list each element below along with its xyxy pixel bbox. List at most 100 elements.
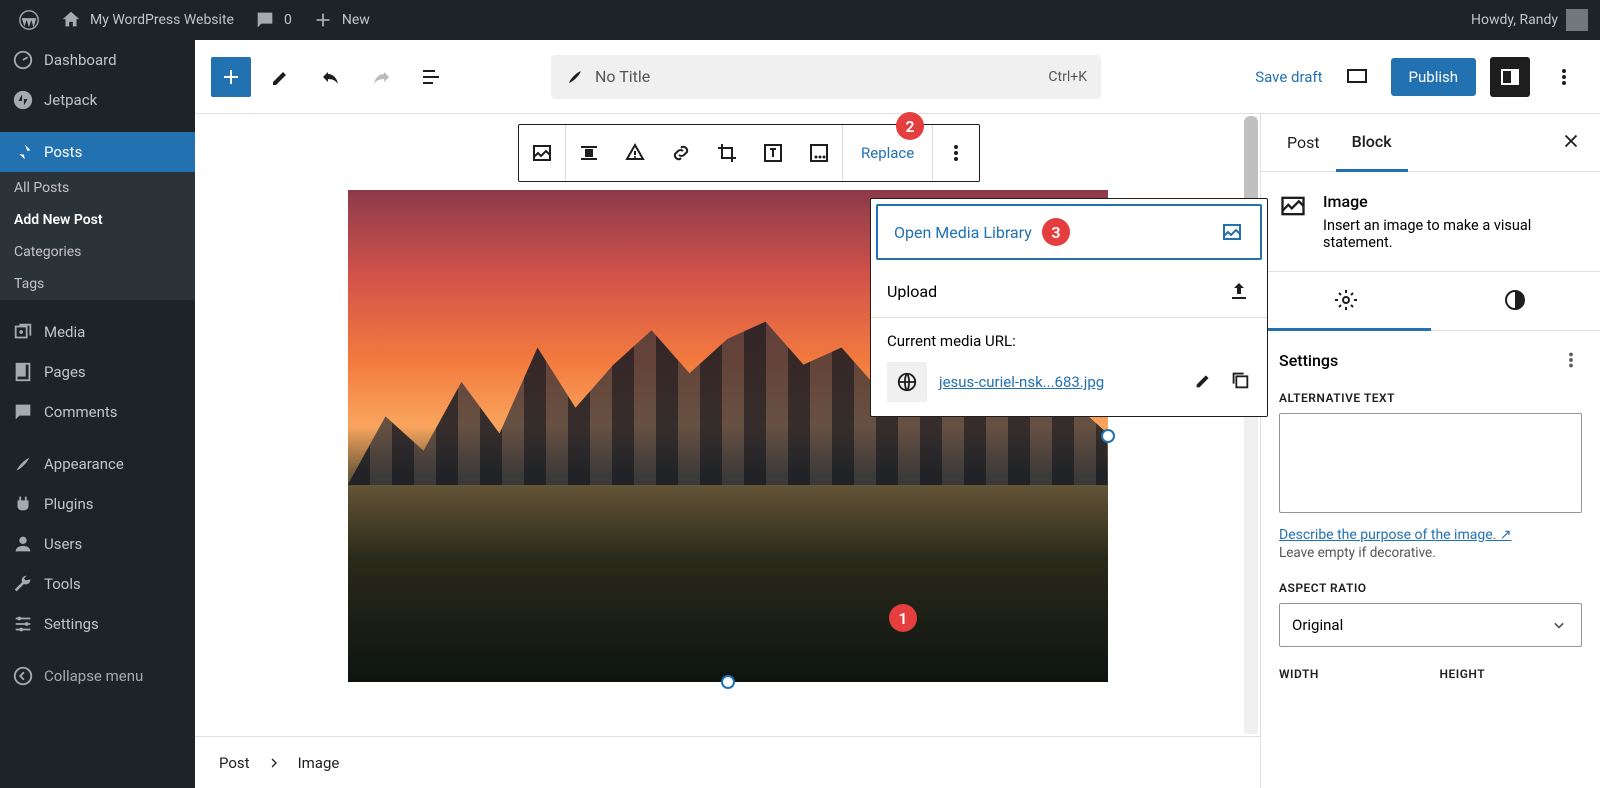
- copy-icon: [1229, 369, 1251, 391]
- globe-badge: [887, 362, 927, 402]
- duotone-button[interactable]: [796, 125, 842, 181]
- sidebar-item-jetpack[interactable]: Jetpack: [0, 80, 195, 120]
- admin-bar-right[interactable]: Howdy, Randy: [1471, 9, 1592, 31]
- styles-tab[interactable]: [1431, 272, 1600, 330]
- edit-url-button[interactable]: [1193, 369, 1215, 395]
- aspect-ratio-select[interactable]: Original: [1279, 603, 1582, 647]
- wrench-icon: [12, 573, 34, 595]
- admin-bar: My WordPress Website 0 New Howdy, Randy: [0, 0, 1600, 40]
- caption-button[interactable]: [612, 125, 658, 181]
- inspector-tabs: Post Block: [1261, 114, 1600, 172]
- width-label: WIDTH: [1279, 667, 1422, 681]
- breadcrumb-post[interactable]: Post: [219, 754, 250, 772]
- document-title[interactable]: No Title Ctrl+K: [551, 55, 1101, 99]
- comment-icon: [254, 9, 276, 31]
- sidebar-item-comments[interactable]: Comments: [0, 392, 195, 432]
- sidebar-toggle-button[interactable]: [1490, 57, 1530, 97]
- alt-text-input[interactable]: [1279, 413, 1582, 513]
- text-overlay-button[interactable]: [750, 125, 796, 181]
- sidebar-item-appearance[interactable]: Appearance: [0, 444, 195, 484]
- save-draft-button[interactable]: Save draft: [1255, 68, 1322, 86]
- settings-head[interactable]: Settings: [1279, 349, 1582, 371]
- plugin-icon: [12, 493, 34, 515]
- inspector-sidebar: Post Block Image Insert an image to make…: [1260, 114, 1600, 788]
- submenu-add-new[interactable]: Add New Post: [0, 204, 195, 236]
- sidebar-label: Media: [44, 323, 85, 341]
- comments-link[interactable]: 0: [244, 0, 302, 40]
- upload-icon: [1227, 279, 1251, 303]
- sidebar-collapse[interactable]: Collapse menu: [0, 656, 195, 696]
- site-home[interactable]: My WordPress Website: [50, 0, 244, 40]
- globe-icon: [896, 371, 918, 393]
- copy-url-button[interactable]: [1229, 369, 1251, 395]
- undo-button[interactable]: [311, 57, 351, 97]
- tab-post[interactable]: Post: [1271, 115, 1336, 170]
- posts-submenu: All Posts Add New Post Categories Tags: [0, 172, 195, 300]
- sidebar-item-media[interactable]: Media: [0, 312, 195, 352]
- sidebar-item-settings[interactable]: Settings: [0, 604, 195, 644]
- block-more-button[interactable]: [933, 125, 979, 181]
- sidebar-label: Dashboard: [44, 51, 117, 69]
- describe-link[interactable]: Describe the purpose of the image. ↗: [1279, 527, 1512, 543]
- sidebar-item-plugins[interactable]: Plugins: [0, 484, 195, 524]
- greeting: Howdy, Randy: [1471, 12, 1558, 28]
- resize-handle-right[interactable]: [1101, 429, 1115, 443]
- new-link[interactable]: New: [302, 0, 380, 40]
- close-inspector-button[interactable]: [1552, 122, 1590, 164]
- site-title: My WordPress Website: [90, 12, 234, 28]
- preview-button[interactable]: [1337, 57, 1377, 97]
- submenu-categories[interactable]: Categories: [0, 236, 195, 268]
- resize-handle-bottom[interactable]: [721, 675, 735, 689]
- breadcrumb-image[interactable]: Image: [298, 754, 340, 772]
- home-icon: [60, 9, 82, 31]
- upload-option[interactable]: Upload: [871, 265, 1267, 318]
- crop-button[interactable]: [704, 125, 750, 181]
- annotation-2: 2: [896, 112, 924, 140]
- more-vertical-icon: [1560, 349, 1582, 371]
- sidebar-item-tools[interactable]: Tools: [0, 564, 195, 604]
- redo-icon: [369, 65, 393, 89]
- height-label: HEIGHT: [1440, 667, 1583, 681]
- pin-icon: [12, 141, 34, 163]
- settings-tab[interactable]: [1261, 272, 1431, 331]
- wp-logo[interactable]: [8, 0, 50, 40]
- annotation-3: 3: [1042, 218, 1070, 246]
- undo-icon: [319, 65, 343, 89]
- tab-block[interactable]: Block: [1336, 114, 1408, 172]
- editor-header: No Title Ctrl+K Save draft Publish: [195, 40, 1600, 114]
- submenu-all-posts[interactable]: All Posts: [0, 172, 195, 204]
- edit-mode-button[interactable]: [261, 57, 301, 97]
- page-icon: [12, 361, 34, 383]
- image-icon: [1279, 192, 1307, 220]
- sidebar-label: Appearance: [44, 455, 124, 473]
- caption-icon: [623, 141, 647, 165]
- close-icon: [1560, 130, 1582, 152]
- title-shortcut: Ctrl+K: [1048, 69, 1087, 85]
- options-button[interactable]: [1544, 57, 1584, 97]
- link-button[interactable]: [658, 125, 704, 181]
- admin-sidebar: Dashboard Jetpack Posts All Posts Add Ne…: [0, 40, 195, 788]
- submenu-tags[interactable]: Tags: [0, 268, 195, 300]
- current-url-section: Current media URL: jesus-curiel-nsk...68…: [871, 318, 1267, 416]
- open-media-label: Open Media Library: [894, 223, 1032, 242]
- new-label: New: [342, 12, 370, 28]
- gear-icon: [1334, 288, 1358, 312]
- aspect-value: Original: [1292, 616, 1343, 634]
- settings-title: Settings: [1279, 351, 1338, 370]
- media-filename-link[interactable]: jesus-curiel-nsk...683.jpg: [939, 373, 1104, 391]
- wordpress-icon: [18, 9, 40, 31]
- alt-text-label: ALTERNATIVE TEXT: [1279, 391, 1582, 405]
- publish-button[interactable]: Publish: [1391, 58, 1476, 96]
- pencil-icon: [269, 65, 293, 89]
- redo-button[interactable]: [361, 57, 401, 97]
- add-block-button[interactable]: [211, 57, 251, 97]
- sidebar-item-dashboard[interactable]: Dashboard: [0, 40, 195, 80]
- block-type-button[interactable]: [519, 125, 565, 181]
- sidebar-item-pages[interactable]: Pages: [0, 352, 195, 392]
- brush-icon: [12, 453, 34, 475]
- sidebar-item-users[interactable]: Users: [0, 524, 195, 564]
- outline-button[interactable]: [411, 57, 451, 97]
- align-button[interactable]: [566, 125, 612, 181]
- plus-icon: [219, 65, 243, 89]
- sidebar-item-posts[interactable]: Posts: [0, 132, 195, 172]
